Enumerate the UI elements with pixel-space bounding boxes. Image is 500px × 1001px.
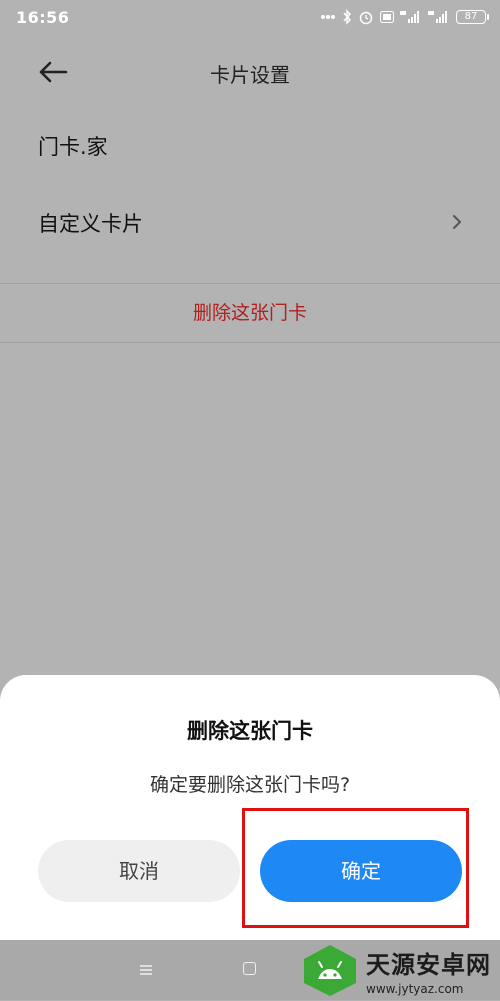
home-icon[interactable]: [243, 962, 256, 975]
dialog-title: 删除这张门卡: [187, 719, 313, 743]
customize-card-row[interactable]: 自定义卡片: [0, 192, 500, 252]
watermark-text: 天源安卓网 www.jytyaz.com: [366, 945, 491, 996]
status-time: 16:56: [16, 8, 70, 27]
watermark-name: 天源安卓网: [366, 950, 491, 979]
page-title: 卡片设置: [210, 63, 290, 87]
card-name-label: 门卡.家: [38, 135, 108, 159]
status-bar: 16:56 87: [0, 0, 500, 36]
card-name-row[interactable]: 门卡.家: [0, 115, 500, 175]
dialog-message: 确定要删除这张门卡吗?: [149, 774, 351, 796]
highlight-box: [242, 808, 469, 928]
battery-icon: 87: [456, 10, 489, 24]
signal-4g-icon: [400, 10, 422, 24]
bluetooth-icon: [342, 9, 352, 25]
more-dots-icon: [320, 14, 336, 20]
watermark-url: www.jytyaz.com: [366, 981, 464, 996]
customize-card-label: 自定义卡片: [38, 212, 143, 236]
delete-card-button[interactable]: 删除这张门卡: [0, 283, 500, 343]
hd-icon: [380, 11, 394, 23]
alarm-icon: [358, 9, 374, 25]
status-icons: 87: [320, 9, 489, 25]
watermark: 天源安卓网 www.jytyaz.com: [300, 943, 491, 997]
menu-icon[interactable]: [139, 962, 153, 976]
cancel-button[interactable]: 取消: [38, 840, 240, 902]
signal-3g-icon: [428, 10, 450, 24]
chevron-right-icon: [450, 213, 464, 231]
app-header: 卡片设置: [0, 40, 500, 104]
android-logo-icon: [300, 943, 360, 997]
